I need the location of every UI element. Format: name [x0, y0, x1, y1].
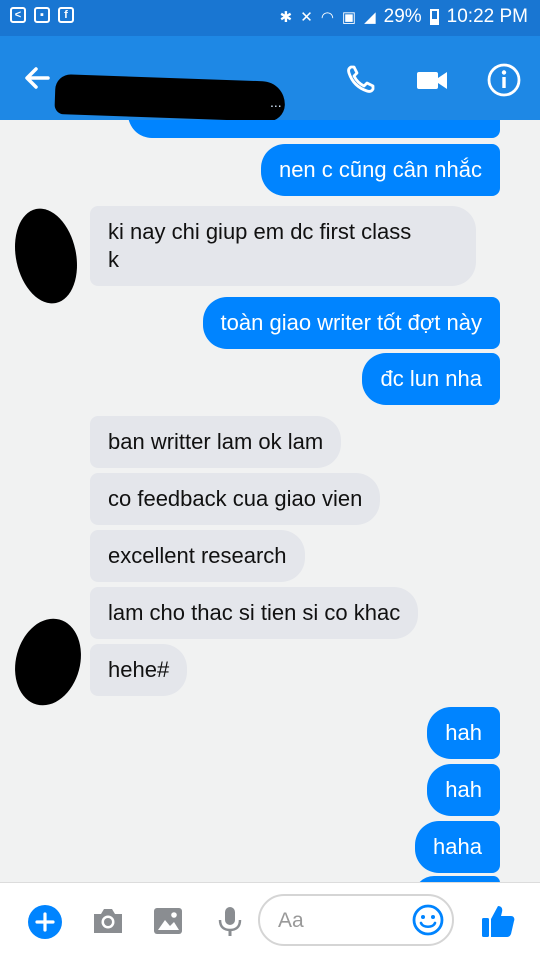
- outgoing-message[interactable]: [128, 120, 500, 138]
- add-icon[interactable]: [26, 903, 64, 941]
- conversation-header: ...: [0, 36, 540, 123]
- mute-icon: ✕: [300, 9, 313, 26]
- microphone-icon[interactable]: [212, 903, 248, 939]
- incoming-message[interactable]: ban writter lam ok lam: [90, 416, 342, 468]
- bluetooth-icon: ✱: [279, 9, 293, 26]
- outgoing-message[interactable]: haha: [415, 821, 500, 873]
- emoji-icon[interactable]: [410, 902, 446, 938]
- clock: 10:22 PM: [446, 6, 528, 27]
- image-icon: ▪: [34, 7, 50, 23]
- outgoing-message[interactable]: hah: [427, 707, 500, 759]
- contact-avatar[interactable]: [6, 202, 86, 310]
- system-icons: ✱ ✕ ◠ ▣ ◢ 29% 10:22 PM: [280, 6, 528, 28]
- gallery-icon[interactable]: [150, 903, 186, 939]
- battery-icon: [429, 9, 439, 25]
- incoming-message[interactable]: ki nay chi giup em dc first class k: [90, 206, 476, 286]
- share-icon: <: [10, 7, 26, 23]
- facebook-icon: f: [58, 7, 74, 23]
- composer-bar: Aa: [0, 882, 540, 961]
- incoming-message[interactable]: excellent research: [90, 530, 305, 582]
- outgoing-message[interactable]: nen c cũng cân nhắc: [260, 144, 500, 196]
- message-list[interactable]: nen c cũng cân nhắc ki nay chi giup em d…: [0, 120, 540, 882]
- video-camera-icon[interactable]: [412, 60, 452, 100]
- info-icon[interactable]: [484, 60, 524, 100]
- outgoing-message[interactable]: hah: [427, 764, 500, 816]
- camera-icon[interactable]: [90, 903, 126, 939]
- nfc-icon: ▣: [341, 9, 357, 26]
- status-bar: < ▪ f ✱ ✕ ◠ ▣ ◢ 29% 10:22 PM: [0, 0, 540, 36]
- notification-icons: < ▪ f: [10, 7, 74, 23]
- outgoing-message[interactable]: đc lun nha: [362, 353, 500, 405]
- incoming-message[interactable]: hehe#: [90, 644, 188, 696]
- message-input-placeholder: Aa: [278, 909, 304, 932]
- incoming-message[interactable]: lam cho thac si tien si co khac: [90, 587, 419, 639]
- thumbs-up-icon[interactable]: [478, 901, 518, 941]
- contact-avatar[interactable]: [5, 611, 91, 713]
- incoming-message[interactable]: co feedback cua giao vien: [90, 473, 381, 525]
- outgoing-message[interactable]: toàn giao writer tốt đợt này: [202, 297, 500, 349]
- wifi-icon: ◠: [320, 9, 334, 26]
- active-status: ...: [270, 94, 282, 110]
- contact-name[interactable]: [54, 73, 286, 123]
- back-arrow-icon[interactable]: [18, 58, 58, 98]
- signal-icon: ◢: [364, 9, 376, 26]
- phone-icon[interactable]: [340, 60, 380, 100]
- message-input[interactable]: Aa: [258, 894, 454, 946]
- battery-percentage: 29%: [383, 6, 422, 27]
